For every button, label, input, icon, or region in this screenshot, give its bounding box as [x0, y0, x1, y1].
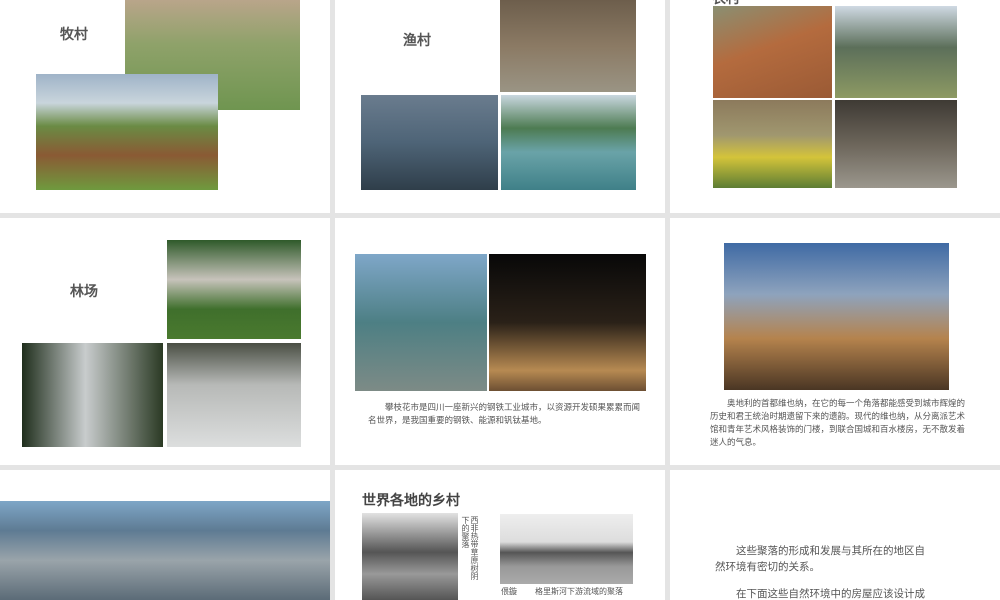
harbor-night-photo [361, 95, 498, 190]
vienna-photo [724, 243, 949, 390]
paragraph-2: 在下面这些自然环境中的房屋应该设计成 [736, 588, 925, 600]
slide-world-villages[interactable]: 世界各地的乡村 西非热带草原树阴下的聚落 偎鏇 格里斯河下游流域的聚落 [335, 470, 665, 600]
slide-title: 林场 [70, 284, 98, 300]
fishing-village-photo-1 [500, 0, 636, 92]
slide-vienna[interactable]: 奥地利的首都维也纳，在它的每一个角落都能感受到城市辉煌的历史和君王统治时期遗留下… [670, 218, 1000, 465]
slide-pastoral-village[interactable]: 牧村 [0, 0, 330, 213]
mountain-village-photo [835, 6, 957, 98]
forest-road-photo [22, 343, 163, 447]
west-africa-village-photo [362, 513, 458, 600]
slide-title: 世界各地的乡村 [362, 493, 460, 509]
slide-environment[interactable]: 这些聚落的形成和发展与其所在的地区自然环境有密切的关系。 在下面这些自然环境中的… [670, 470, 1000, 600]
slide-caption: 攀枝花市是四川一座新兴的钢铁工业城市，以资源开发硕果累累而闻名世界，是我国重要的… [368, 403, 641, 426]
photo1-caption: 西非热带草原树阴下的聚落 [461, 516, 479, 580]
tigris-village-photo [500, 514, 633, 584]
fishing-farm-photo [501, 95, 636, 190]
terrace-photo [713, 6, 832, 98]
slide-title: 渔村 [403, 33, 431, 49]
horses-photo [36, 74, 218, 190]
slide-farm-village[interactable]: 农村 [670, 0, 1000, 213]
slide-title: 牧村 [60, 27, 88, 43]
forest-houses-photo [167, 240, 301, 339]
city-night-photo [489, 254, 646, 391]
photo2-label: 偎鏇 [501, 587, 517, 596]
slide-forest-farm[interactable]: 林场 [0, 218, 330, 465]
tulou-photo [835, 100, 957, 188]
paragraph-1: 这些聚落的形成和发展与其所在的地区自然环境有密切的关系。 [715, 545, 925, 573]
snow-village-photo [167, 343, 301, 447]
city-skyline-photo [0, 501, 330, 600]
slide-city[interactable] [0, 470, 330, 600]
steel-plant-photo [355, 254, 487, 391]
rapeseed-photo [713, 100, 832, 188]
slide-fishing-village[interactable]: 渔村 [335, 0, 665, 213]
slide-panzhihua[interactable]: 攀枝花市是四川一座新兴的钢铁工业城市，以资源开发硕果累累而闻名世界，是我国重要的… [335, 218, 665, 465]
photo2-caption: 格里斯河下游流域的聚落 [535, 587, 623, 596]
slide-caption: 奥地利的首都维也纳，在它的每一个角落都能感受到城市辉煌的历史和君王统治时期遗留下… [710, 399, 966, 448]
